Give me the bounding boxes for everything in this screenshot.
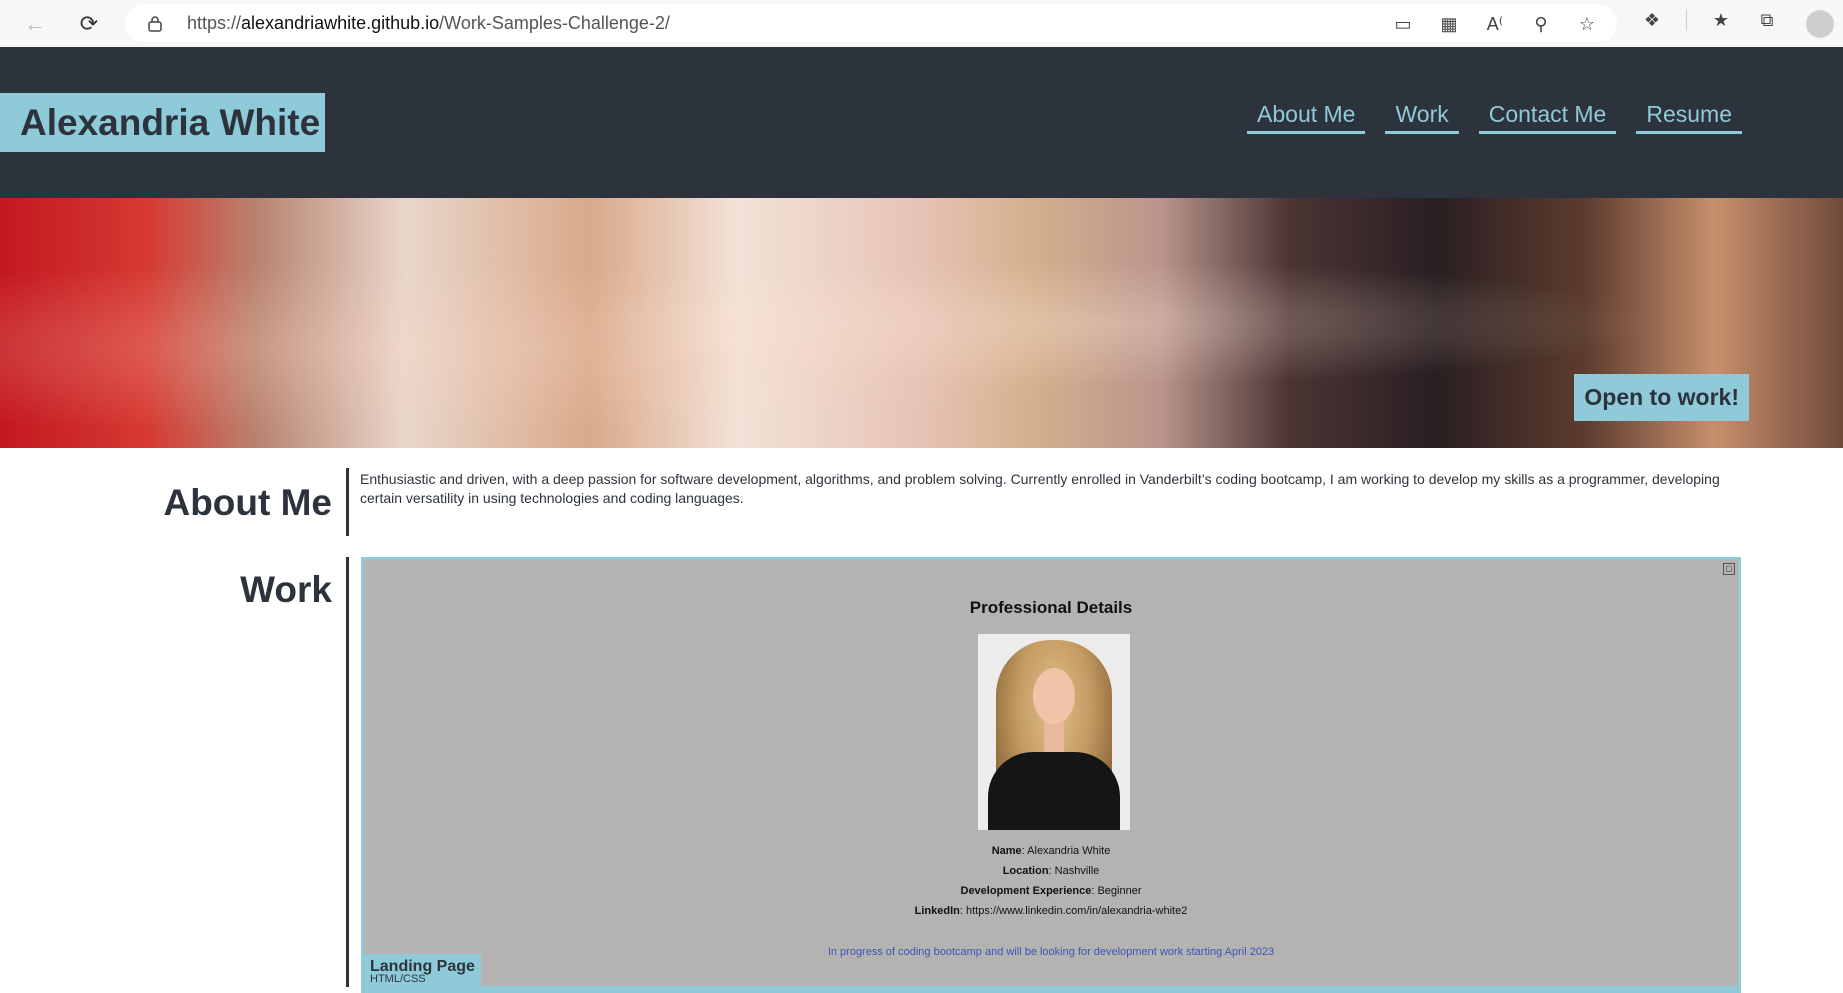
back-arrow-icon[interactable]: ← bbox=[18, 7, 52, 41]
lock-icon[interactable] bbox=[147, 14, 163, 32]
address-bar[interactable]: https://alexandriawhite.github.io/Work-S… bbox=[125, 4, 1617, 42]
nav-resume[interactable]: Resume bbox=[1636, 101, 1742, 134]
brand-logo: Alexandria White bbox=[0, 93, 326, 152]
detail-location: Location: Nashville bbox=[850, 861, 1252, 881]
portrait-face bbox=[1033, 668, 1075, 724]
about-section: About Me Enthusiastic and driven, with a… bbox=[0, 448, 1843, 538]
site-header: Alexandria White About Me Work Contact M… bbox=[0, 47, 1843, 198]
card-screenshot: ▢ Professional Details Name: Alexandria … bbox=[850, 560, 1735, 942]
read-aloud-icon[interactable]: A⁽ bbox=[1483, 13, 1507, 35]
url-path: /Work-Samples-Challenge-2/ bbox=[439, 12, 670, 33]
url-prefix: https:// bbox=[187, 12, 242, 33]
nav-contact-me[interactable]: Contact Me bbox=[1478, 101, 1617, 134]
extensions-icon[interactable]: ❖ bbox=[1640, 9, 1664, 31]
favorites-icon[interactable]: ★ bbox=[1709, 9, 1733, 31]
professional-details-heading: Professional Details bbox=[969, 598, 1133, 617]
toolbar-divider bbox=[1686, 9, 1687, 31]
detail-name-label: Name bbox=[991, 845, 1022, 857]
url-text[interactable]: https://alexandriawhite.github.io/Work-S… bbox=[187, 13, 670, 34]
about-divider bbox=[346, 468, 349, 536]
detail-linkedin: LinkedIn: https://www.linkedin.com/in/al… bbox=[850, 901, 1252, 921]
open-to-work-text: Open to work! bbox=[1584, 384, 1739, 410]
devices-icon[interactable]: ▭ bbox=[1391, 13, 1415, 35]
detail-name-value: : Alexandria White bbox=[1021, 845, 1111, 857]
reload-icon[interactable]: ⟳ bbox=[72, 7, 106, 41]
detail-location-label: Location bbox=[1002, 865, 1049, 877]
nav-work[interactable]: Work bbox=[1385, 101, 1459, 134]
detail-name: Name: Alexandria White bbox=[850, 841, 1252, 861]
card-label: Landing Page HTML/CSS bbox=[364, 954, 481, 990]
detail-experience-value: : Beginner bbox=[1091, 885, 1142, 897]
brand-name: Alexandria White bbox=[20, 101, 321, 143]
detail-location-value: : Nashville bbox=[1048, 865, 1100, 877]
work-heading: Work bbox=[240, 569, 332, 610]
work-divider bbox=[346, 557, 349, 987]
detail-experience: Development Experience: Beginner bbox=[850, 881, 1252, 901]
browser-toolbar: ← ⟳ https://alexandriawhite.github.io/Wo… bbox=[0, 0, 1843, 48]
open-to-work-badge: Open to work! bbox=[1574, 374, 1749, 421]
portrait-body bbox=[988, 752, 1120, 830]
nav-about-me[interactable]: About Me bbox=[1247, 101, 1366, 134]
zoom-out-icon[interactable]: ⚲ bbox=[1529, 13, 1553, 35]
main-nav: About Me Work Contact Me Resume bbox=[1247, 101, 1742, 134]
landing-page-card[interactable]: ▢ Professional Details Name: Alexandria … bbox=[361, 557, 1741, 993]
portrait-photo bbox=[978, 634, 1130, 830]
collections-icon[interactable]: ⧉ bbox=[1755, 9, 1779, 31]
url-host: alexandriawhite.github.io bbox=[241, 12, 440, 33]
hero-image: Open to work! bbox=[0, 198, 1843, 448]
detail-experience-label: Development Experience bbox=[960, 885, 1092, 897]
detail-linkedin-value: : https://www.linkedin.com/in/alexandria… bbox=[959, 905, 1188, 917]
add-favorite-icon[interactable]: ☆ bbox=[1575, 13, 1599, 35]
apps-icon[interactable]: ▦ bbox=[1437, 13, 1461, 35]
details-list: Name: Alexandria White Location: Nashvil… bbox=[850, 841, 1252, 921]
bootcamp-note: In progress of coding bootcamp and will … bbox=[827, 946, 1275, 958]
work-section: Work ▢ Professional Details Name: Alexan… bbox=[0, 555, 1843, 993]
about-text: Enthusiastic and driven, with a deep pas… bbox=[360, 471, 1720, 506]
expand-icon[interactable]: ▢ bbox=[1723, 563, 1735, 575]
hero-photo-overlay bbox=[0, 198, 1843, 448]
profile-avatar[interactable] bbox=[1806, 10, 1834, 38]
detail-linkedin-label: LinkedIn bbox=[914, 905, 960, 917]
card-label-subtitle: HTML/CSS bbox=[370, 973, 426, 985]
about-heading: About Me bbox=[163, 482, 332, 523]
